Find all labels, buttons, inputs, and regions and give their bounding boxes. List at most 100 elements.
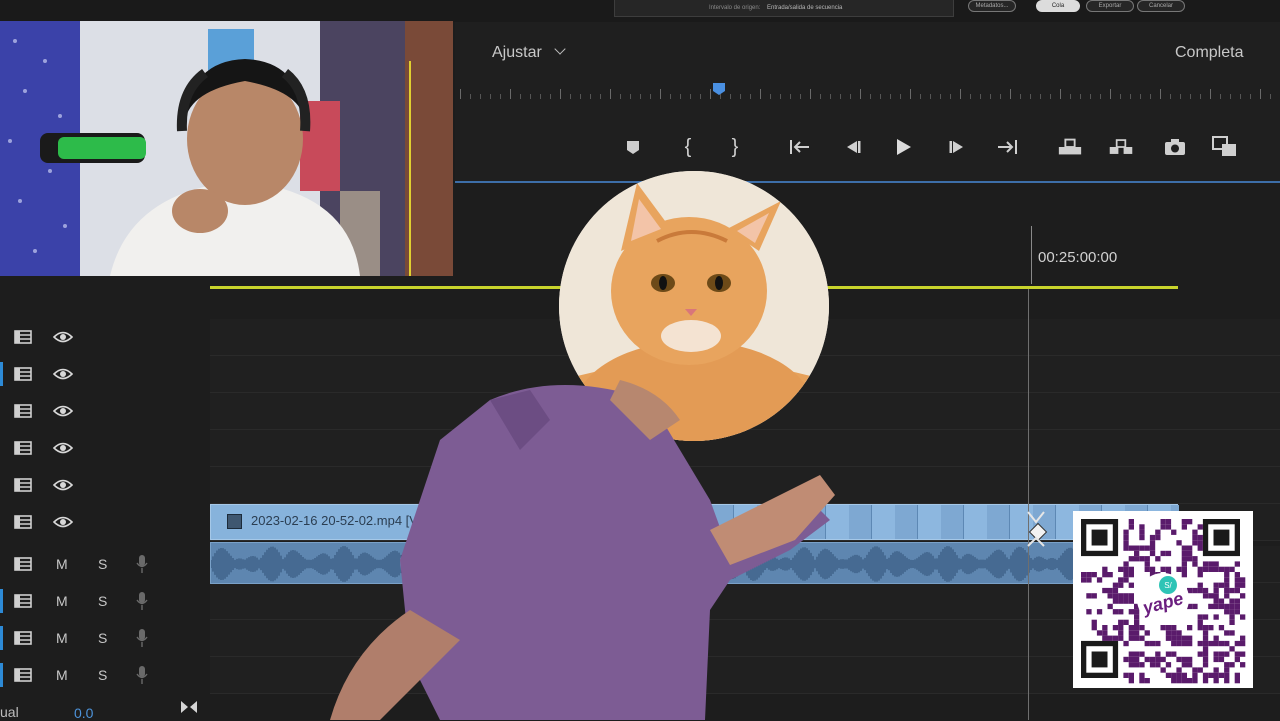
mute-button[interactable]: M bbox=[56, 593, 68, 609]
toggle-sync-lock-icon[interactable] bbox=[14, 404, 32, 418]
qr-module bbox=[1224, 582, 1230, 588]
cancel-button[interactable]: Cancelar bbox=[1137, 0, 1185, 12]
qr-module bbox=[1128, 572, 1134, 578]
qr-module bbox=[1192, 678, 1198, 684]
video-track-header bbox=[0, 356, 210, 393]
quality-dropdown[interactable]: Completa bbox=[1175, 44, 1243, 62]
eye-icon[interactable] bbox=[53, 479, 73, 491]
fit-dropdown[interactable]: Ajustar bbox=[492, 43, 566, 62]
qr-module bbox=[1123, 540, 1129, 546]
qr-module bbox=[1128, 519, 1134, 525]
toggle-sync-lock-icon[interactable] bbox=[14, 631, 32, 645]
solo-button[interactable]: S bbox=[98, 593, 107, 609]
microphone-icon[interactable] bbox=[136, 665, 148, 685]
qr-module bbox=[1149, 640, 1156, 647]
timeline-playhead[interactable] bbox=[1028, 289, 1029, 720]
solo-button[interactable]: S bbox=[98, 667, 107, 683]
mute-button[interactable]: M bbox=[56, 667, 68, 683]
mark-out-icon[interactable]: } bbox=[722, 134, 748, 160]
bottom-value[interactable]: 0.0 bbox=[74, 705, 93, 721]
metadata-button[interactable]: Metadatos... bbox=[968, 0, 1016, 12]
toggle-sync-lock-icon[interactable] bbox=[14, 515, 32, 529]
compare-view-icon[interactable] bbox=[1212, 134, 1238, 160]
qr-module bbox=[1181, 662, 1187, 668]
qr-module bbox=[1229, 598, 1235, 604]
mark-in-icon[interactable]: { bbox=[675, 134, 701, 160]
playhead-marker-icon[interactable] bbox=[712, 82, 726, 96]
qr-module bbox=[1213, 561, 1219, 567]
ruler-tick bbox=[1180, 94, 1181, 99]
qr-module bbox=[1123, 534, 1129, 541]
solo-button[interactable]: S bbox=[98, 630, 107, 646]
zoom-handle-icon[interactable] bbox=[180, 700, 198, 714]
ruler-tick bbox=[1140, 94, 1141, 99]
qr-module bbox=[1176, 640, 1182, 647]
toggle-sync-lock-icon[interactable] bbox=[14, 367, 32, 381]
go-to-in-icon[interactable] bbox=[788, 134, 814, 160]
go-to-out-icon[interactable] bbox=[993, 134, 1019, 160]
step-back-icon[interactable] bbox=[840, 134, 866, 160]
ruler-tick bbox=[960, 89, 961, 99]
qr-module bbox=[1128, 524, 1134, 530]
ruler-tick bbox=[580, 94, 581, 99]
qr-module bbox=[1187, 678, 1193, 684]
toggle-sync-lock-icon[interactable] bbox=[14, 668, 32, 682]
audio-track-header: MS bbox=[0, 657, 210, 694]
qr-module bbox=[1155, 662, 1161, 668]
monitor-time-ruler[interactable] bbox=[460, 86, 1280, 102]
fit-dropdown-label: Ajustar bbox=[492, 44, 542, 61]
qr-module bbox=[1176, 656, 1182, 663]
microphone-icon[interactable] bbox=[136, 554, 148, 574]
ruler-tick bbox=[1170, 94, 1171, 99]
extract-icon[interactable] bbox=[1108, 134, 1134, 160]
qr-module bbox=[1118, 619, 1124, 625]
queue-button[interactable]: Cola bbox=[1036, 0, 1080, 12]
qr-module bbox=[1218, 651, 1225, 657]
play-icon[interactable] bbox=[890, 134, 916, 160]
eye-icon[interactable] bbox=[53, 405, 73, 417]
qr-module bbox=[1112, 625, 1119, 631]
qr-module bbox=[1197, 582, 1203, 588]
step-forward-icon[interactable] bbox=[944, 134, 970, 160]
add-marker-icon[interactable] bbox=[620, 134, 646, 160]
qr-module bbox=[1160, 625, 1166, 631]
toggle-sync-lock-icon[interactable] bbox=[14, 330, 32, 344]
toggle-sync-lock-icon[interactable] bbox=[14, 478, 32, 492]
solo-button[interactable]: S bbox=[98, 556, 107, 572]
qr-module bbox=[1155, 656, 1161, 663]
qr-module bbox=[1202, 587, 1209, 594]
qr-module bbox=[1234, 656, 1240, 663]
qr-module bbox=[1139, 556, 1145, 562]
eye-icon[interactable] bbox=[53, 368, 73, 380]
toggle-sync-lock-icon[interactable] bbox=[14, 557, 32, 571]
qr-module bbox=[1091, 619, 1097, 625]
ruler-tick bbox=[880, 94, 881, 99]
qr-module bbox=[1208, 603, 1214, 610]
lift-icon[interactable] bbox=[1057, 134, 1083, 160]
toggle-sync-lock-icon[interactable] bbox=[14, 441, 32, 455]
qr-module bbox=[1224, 678, 1230, 684]
microphone-icon[interactable] bbox=[136, 628, 148, 648]
eye-icon[interactable] bbox=[53, 331, 73, 343]
ruler-tick bbox=[1230, 94, 1231, 99]
source-range-select[interactable]: Entrada/salida de secuencia bbox=[767, 5, 842, 11]
qr-module bbox=[1229, 619, 1235, 625]
mute-button[interactable]: M bbox=[56, 630, 68, 646]
ruler-tick bbox=[1270, 94, 1271, 99]
ruler-tick bbox=[1220, 94, 1221, 99]
qr-module bbox=[1218, 672, 1225, 678]
microphone-icon[interactable] bbox=[136, 591, 148, 611]
qr-module bbox=[1234, 582, 1240, 588]
export-button[interactable]: Exportar bbox=[1086, 0, 1134, 12]
track-target-indicator[interactable] bbox=[0, 362, 3, 386]
track-target-indicator[interactable] bbox=[0, 663, 3, 687]
mute-button[interactable]: M bbox=[56, 556, 68, 572]
qr-module bbox=[1202, 614, 1209, 620]
track-target-indicator[interactable] bbox=[0, 589, 3, 613]
eye-icon[interactable] bbox=[53, 516, 73, 528]
eye-icon[interactable] bbox=[53, 442, 73, 454]
qr-module bbox=[1134, 609, 1140, 615]
track-target-indicator[interactable] bbox=[0, 626, 3, 650]
export-frame-icon[interactable] bbox=[1162, 134, 1188, 160]
toggle-sync-lock-icon[interactable] bbox=[14, 594, 32, 608]
